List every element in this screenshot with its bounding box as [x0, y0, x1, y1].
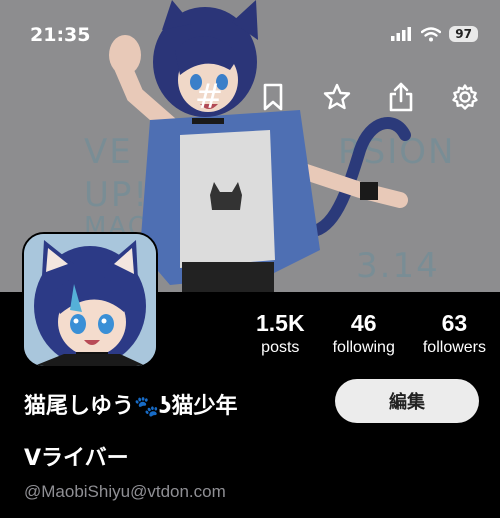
edit-profile-button[interactable]: 編集 [335, 379, 479, 423]
avatar-image [24, 234, 156, 366]
display-name-text: ʖ猫少年 [158, 394, 238, 419]
display-name-text: 猫尾しゆう [24, 394, 135, 419]
avatar[interactable] [22, 232, 158, 368]
stat-value: 1.5K [256, 310, 305, 336]
stat-label: followers [422, 339, 486, 356]
stat-value: 46 [350, 310, 377, 336]
account-handle: @MaobiShiyu@vtdon.com [24, 482, 226, 501]
status-icons: 97 [391, 26, 478, 42]
gear-icon [452, 84, 478, 110]
status-time: 21:35 [30, 24, 91, 46]
stat-value: 63 [441, 310, 468, 336]
display-name: 猫尾しゆう🐾ʖ猫少年 Vライバー [24, 380, 324, 485]
bookmark-button[interactable] [256, 80, 290, 114]
paw-emoji: 🐾 [134, 394, 159, 418]
status-bar: 21:35 97 [0, 0, 500, 64]
profile-stats: 1.5K posts 46 following 63 followers [256, 310, 486, 357]
stat-label: posts [261, 339, 300, 356]
favourite-button[interactable] [320, 80, 354, 114]
profile-toolbar: # [192, 80, 482, 114]
wifi-icon [421, 26, 442, 41]
hashtag-button[interactable]: # [192, 80, 226, 114]
stat-following[interactable]: 46 following [333, 310, 395, 357]
battery-icon: 97 [449, 26, 478, 42]
bookmark-icon [263, 83, 283, 111]
cellular-signal-icon [391, 27, 412, 41]
share-icon [389, 82, 413, 112]
stat-label: following [332, 339, 395, 356]
share-button[interactable] [384, 80, 418, 114]
settings-button[interactable] [448, 80, 482, 114]
stat-posts[interactable]: 1.5K posts [256, 310, 305, 357]
stat-followers[interactable]: 63 followers [423, 310, 486, 357]
hashtag-icon: # [194, 77, 224, 117]
star-icon [323, 83, 351, 110]
display-name-line2: Vライバー [24, 446, 129, 471]
